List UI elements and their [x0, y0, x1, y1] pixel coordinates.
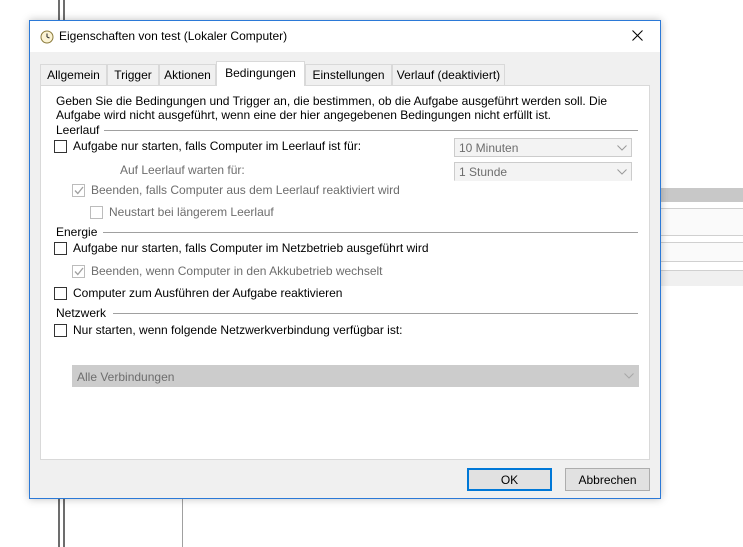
- wait-idle-label-text: Auf Leerlauf warten für:: [120, 163, 245, 177]
- idle-duration-combo: 10 Minuten: [454, 138, 632, 157]
- close-button[interactable]: [614, 21, 660, 52]
- stop-on-idle-end-label: Beenden, falls Computer aus dem Leerlauf…: [91, 183, 400, 197]
- background-window-edge: [58, 499, 60, 547]
- wait-duration-combo: 1 Stunde: [454, 162, 632, 181]
- group-label-network: Netzwerk: [56, 306, 107, 320]
- chevron-down-icon: [620, 366, 638, 386]
- start-on-ac-checkbox[interactable]: [54, 241, 67, 255]
- stop-on-battery-label: Beenden, wenn Computer in den Akkubetrie…: [91, 264, 383, 278]
- stop-on-battery-checkbox-row: Beenden, wenn Computer in den Akkubetrie…: [72, 264, 383, 278]
- group-divider: [104, 130, 638, 131]
- start-on-ac-label: Aufgabe nur starten, falls Computer im N…: [73, 241, 429, 255]
- group-label-power: Energie: [56, 225, 98, 239]
- intro-text: Geben Sie die Bedingungen und Trigger an…: [56, 94, 608, 122]
- tab-aktionen[interactable]: Aktionen: [159, 64, 216, 85]
- background-row: [660, 270, 743, 286]
- chevron-down-icon: [613, 139, 631, 156]
- cancel-button[interactable]: Abbrechen: [565, 468, 650, 491]
- wake-to-run-label: Computer zum Ausführen der Aufgabe reakt…: [73, 286, 343, 300]
- wake-to-run-checkbox[interactable]: [54, 286, 67, 300]
- background-window-edge: [58, 0, 60, 20]
- wake-to-run-checkbox-row[interactable]: Computer zum Ausführen der Aufgabe reakt…: [54, 286, 342, 300]
- dialog-titlebar[interactable]: Eigenschaften von test (Lokaler Computer…: [30, 21, 660, 52]
- start-if-network-label: Nur starten, wenn folgende Netzwerkverbi…: [73, 323, 403, 337]
- group-label-idle: Leerlauf: [56, 123, 100, 137]
- background-row: [660, 242, 743, 262]
- network-connection-combo: Alle Verbindungen: [72, 365, 639, 387]
- conditions-panel: Geben Sie die Bedingungen und Trigger an…: [40, 85, 650, 460]
- tab-verlauf[interactable]: Verlauf (deaktiviert): [392, 64, 505, 85]
- start-only-idle-checkbox-row[interactable]: Aufgabe nur starten, falls Computer im L…: [54, 139, 361, 153]
- group-divider: [113, 313, 638, 314]
- tab-bedingungen[interactable]: Bedingungen: [216, 61, 305, 86]
- background-row: [660, 208, 743, 236]
- start-only-idle-label: Aufgabe nur starten, falls Computer im L…: [73, 139, 362, 153]
- group-divider: [103, 232, 638, 233]
- dialog-title: Eigenschaften von test (Lokaler Computer…: [59, 29, 288, 43]
- stop-on-idle-end-checkbox-row: Beenden, falls Computer aus dem Leerlauf…: [72, 183, 400, 197]
- background-window-edge: [63, 0, 65, 20]
- start-if-network-checkbox[interactable]: [54, 323, 67, 337]
- background-header-strip: [660, 188, 743, 202]
- start-on-ac-checkbox-row[interactable]: Aufgabe nur starten, falls Computer im N…: [54, 241, 429, 255]
- tab-label: Trigger: [114, 68, 152, 82]
- tab-label: Allgemein: [47, 68, 100, 82]
- background-window-edge: [63, 499, 65, 547]
- tab-label: Einstellungen: [312, 68, 385, 82]
- stop-on-idle-end-checkbox: [72, 183, 85, 197]
- tab-trigger[interactable]: Trigger: [107, 64, 159, 85]
- start-if-network-checkbox-row[interactable]: Nur starten, wenn folgende Netzwerkverbi…: [54, 323, 403, 337]
- network-connection-value: Alle Verbindungen: [77, 370, 175, 384]
- restart-on-idle-checkbox-row: Neustart bei längerem Leerlauf: [90, 205, 274, 219]
- restart-on-idle-label: Neustart bei längerem Leerlauf: [109, 205, 274, 219]
- tab-label: Bedingungen: [225, 66, 296, 80]
- tab-allgemein[interactable]: Allgemein: [40, 64, 107, 85]
- wait-idle-label: Auf Leerlauf warten für:: [120, 163, 245, 177]
- tab-label: Aktionen: [164, 68, 211, 82]
- restart-on-idle-checkbox: [90, 205, 103, 219]
- tab-einstellungen[interactable]: Einstellungen: [305, 64, 392, 85]
- clock-icon: [40, 30, 54, 44]
- wait-duration-value: 1 Stunde: [459, 165, 508, 179]
- chevron-down-icon: [613, 163, 631, 180]
- ok-button[interactable]: OK: [467, 468, 552, 491]
- stop-on-battery-checkbox: [72, 264, 85, 278]
- background-divider: [182, 499, 183, 547]
- start-only-idle-checkbox[interactable]: [54, 139, 67, 153]
- task-properties-dialog: Eigenschaften von test (Lokaler Computer…: [29, 20, 661, 499]
- close-icon: [631, 29, 643, 44]
- tab-label: Verlauf (deaktiviert): [396, 68, 501, 82]
- idle-duration-value: 10 Minuten: [459, 141, 519, 155]
